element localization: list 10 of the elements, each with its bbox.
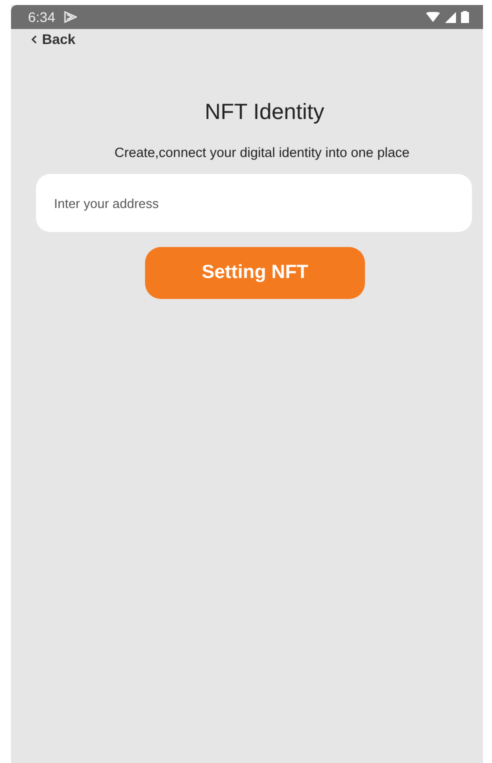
back-button[interactable]: Back bbox=[11, 29, 76, 47]
chevron-left-icon bbox=[31, 34, 37, 44]
signal-icon bbox=[445, 12, 456, 22]
battery-icon bbox=[461, 11, 469, 23]
subtitle: Create,connect your digital identity into one place bbox=[114, 145, 410, 160]
play-icon bbox=[64, 11, 78, 23]
wifi-icon bbox=[426, 12, 440, 22]
address-field[interactable]: Inter your address bbox=[36, 174, 472, 232]
page-title: NFT Identity bbox=[204, 99, 324, 125]
status-time: 6:34 bbox=[28, 9, 56, 25]
